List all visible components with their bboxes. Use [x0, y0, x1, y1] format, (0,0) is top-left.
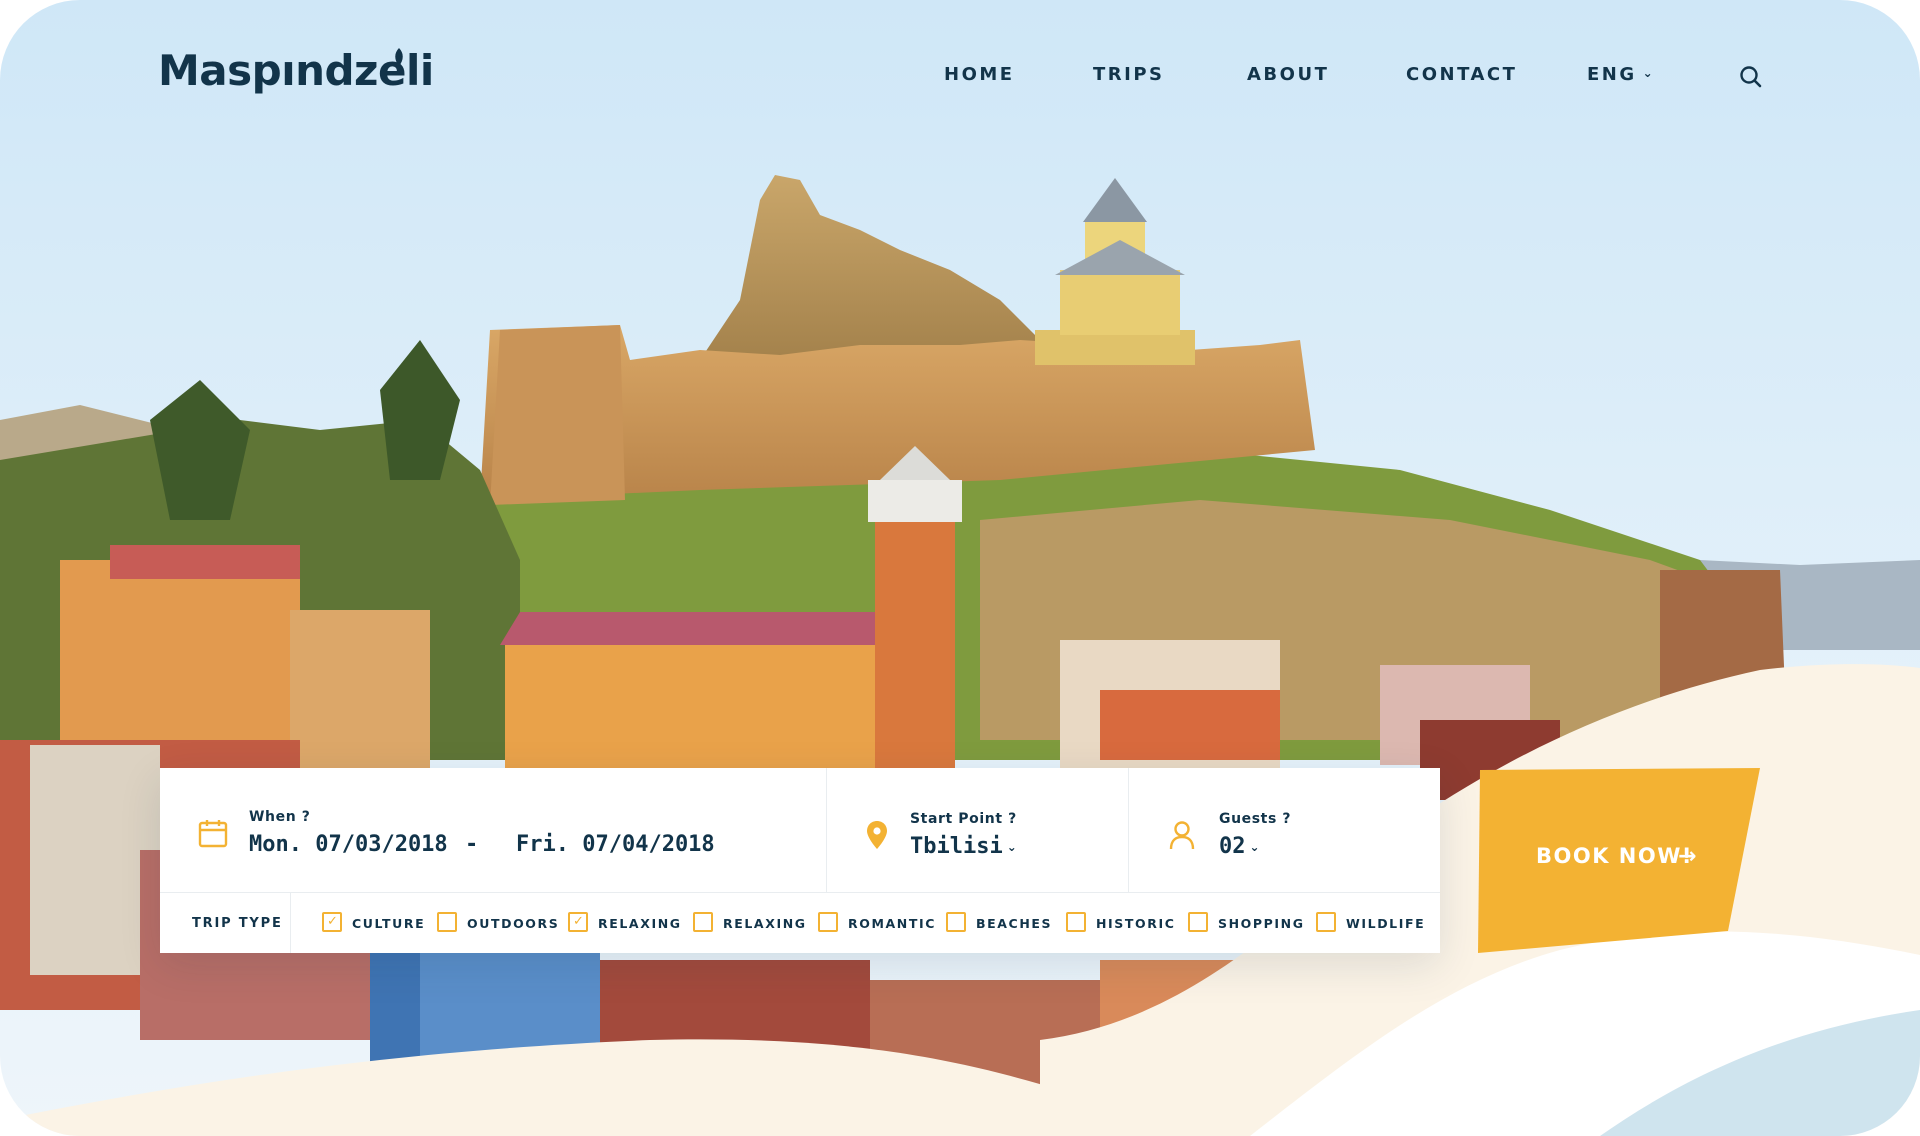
- start-date[interactable]: Mon. 07/03/2018: [249, 832, 448, 857]
- main-nav: HOME TRIPS ABOUT CONTACT ENG ⌄: [0, 64, 1920, 88]
- start-point-select[interactable]: Tbilisi ⌄: [910, 834, 1017, 859]
- checkbox[interactable]: ✓: [322, 912, 342, 932]
- hero-illustration: [0, 0, 1920, 1136]
- language-label: ENG: [1587, 64, 1637, 85]
- checkbox[interactable]: [693, 912, 713, 932]
- guests-value: 02: [1219, 834, 1246, 859]
- when-label: When ?: [249, 809, 311, 825]
- end-date[interactable]: Fri. 07/04/2018: [516, 832, 715, 857]
- nav-home[interactable]: HOME: [944, 64, 1015, 85]
- guests-label: Guests ?: [1219, 811, 1292, 827]
- divider: [826, 768, 827, 893]
- checkbox[interactable]: [437, 912, 457, 932]
- option-label: SHOPPING: [1218, 916, 1305, 931]
- hero-photo: [0, 0, 1920, 1136]
- option-label: RELAXING: [723, 916, 807, 931]
- page-frame: Maspındzeli HOME TRIPS ABOUT CONTACT ENG…: [0, 0, 1920, 1136]
- check-icon: ✓: [327, 914, 338, 929]
- nav-trips[interactable]: TRIPS: [1093, 64, 1165, 85]
- checkbox[interactable]: [946, 912, 966, 932]
- book-now-label: BOOK NOW!: [1536, 844, 1693, 868]
- checkbox[interactable]: [1188, 912, 1208, 932]
- start-point-value: Tbilisi: [910, 834, 1003, 859]
- divider: [290, 893, 291, 953]
- checkbox[interactable]: [1066, 912, 1086, 932]
- option-label: CULTURE: [352, 916, 426, 931]
- booking-panel: When ? Mon. 07/03/2018 - Fri. 07/04/2018…: [160, 768, 1440, 953]
- start-point-label: Start Point ?: [910, 811, 1017, 827]
- check-icon: ✓: [573, 914, 584, 929]
- trip-type-label: TRIP TYPE: [192, 916, 283, 931]
- option-label: WILDLIFE: [1346, 916, 1426, 931]
- option-label: ROMANTIC: [848, 916, 936, 931]
- checkbox[interactable]: ✓: [568, 912, 588, 932]
- chevron-down-icon: ⌄: [1249, 840, 1260, 854]
- map-pin-icon: [867, 821, 887, 849]
- divider: [1128, 768, 1129, 893]
- arrow-right-icon: →: [1678, 844, 1697, 869]
- date-separator: -: [465, 832, 479, 857]
- checkbox[interactable]: [1316, 912, 1336, 932]
- user-icon: [1169, 821, 1195, 850]
- nav-about[interactable]: ABOUT: [1247, 64, 1329, 85]
- chevron-down-icon: ⌄: [1006, 840, 1017, 854]
- checkbox[interactable]: [818, 912, 838, 932]
- search-icon[interactable]: [1738, 64, 1764, 90]
- option-label: OUTDOORS: [467, 916, 560, 931]
- calendar-icon: [198, 820, 228, 848]
- booking-fields-row: [160, 768, 1440, 893]
- chevron-down-icon: ⌄: [1642, 66, 1656, 80]
- option-label: BEACHES: [976, 916, 1053, 931]
- option-label: HISTORIC: [1096, 916, 1176, 931]
- language-selector[interactable]: ENG ⌄: [1587, 64, 1655, 85]
- nav-contact[interactable]: CONTACT: [1406, 64, 1517, 85]
- book-now-button[interactable]: BOOK NOW! →: [1478, 768, 1760, 953]
- option-label: RELAXING: [598, 916, 682, 931]
- guests-select[interactable]: 02 ⌄: [1219, 834, 1260, 859]
